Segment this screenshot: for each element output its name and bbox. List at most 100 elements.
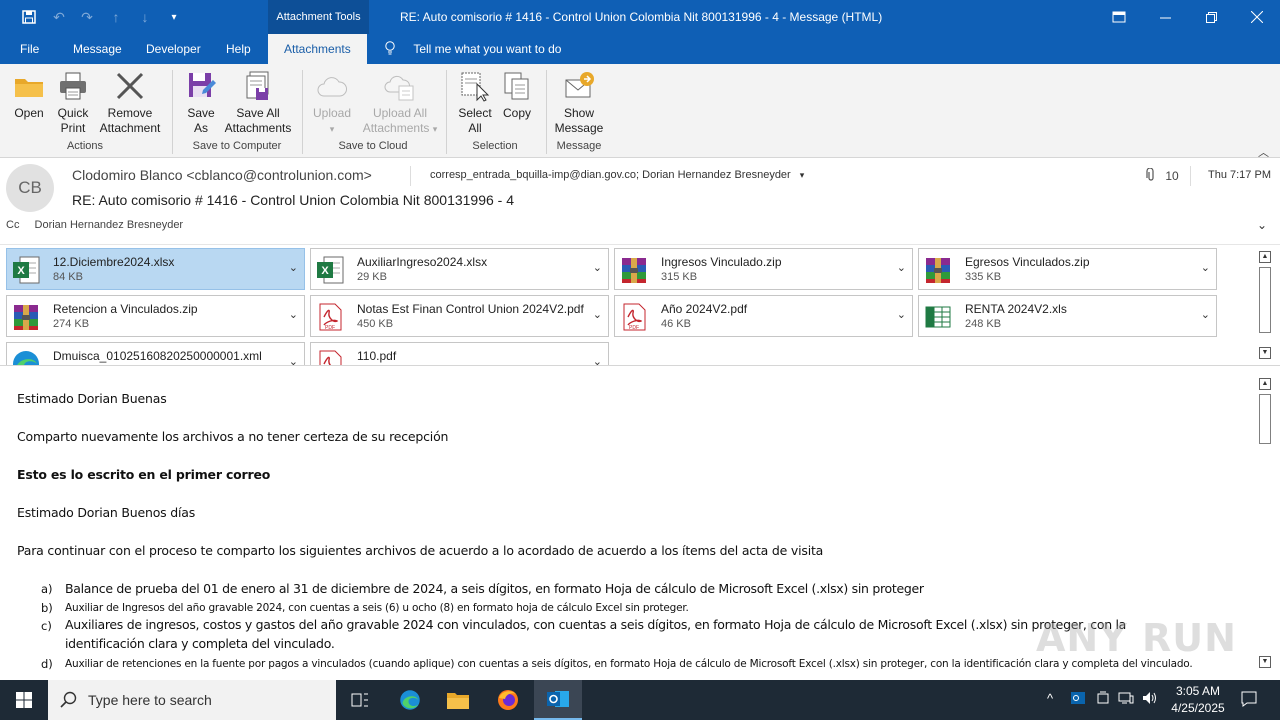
select-all-icon [461, 72, 490, 102]
chevron-down-icon[interactable]: ⌄ [289, 261, 298, 274]
expand-header-icon[interactable]: ⌄ [1257, 218, 1267, 232]
chevron-down-icon[interactable]: ⌄ [593, 308, 602, 321]
cc-recipient[interactable]: Dorian Hernandez Bresneyder [35, 219, 184, 231]
body-paragraph: Comparto nuevamente los archivos a no te… [17, 429, 449, 444]
save-icon[interactable] [18, 7, 40, 27]
scroll-up-icon[interactable]: ▲ [1259, 251, 1271, 263]
upload-button[interactable]: Upload ▾ [310, 68, 354, 137]
firefox-button[interactable] [484, 680, 532, 720]
show-hidden-icons-icon[interactable]: ^ [1047, 691, 1053, 706]
scroll-down-icon[interactable]: ▼ [1259, 347, 1271, 359]
close-icon[interactable] [1234, 0, 1280, 34]
file-explorer-button[interactable] [434, 680, 482, 720]
attachment-item[interactable]: X AuxiliarIngreso2024.xlsx 29 KB ⌄ [310, 248, 609, 290]
chevron-down-icon[interactable]: ⌄ [1201, 308, 1210, 321]
recipients[interactable]: corresp_entrada_bquilla-imp@dian.gov.co;… [430, 169, 804, 181]
outlook-button[interactable] [534, 680, 582, 720]
device-icon[interactable] [1096, 691, 1110, 708]
windows-logo-icon [16, 692, 32, 708]
select-all-button[interactable]: Select All [454, 68, 496, 136]
show-message-button[interactable]: Show Message [554, 68, 604, 136]
outlook-tray-icon[interactable] [1070, 690, 1086, 709]
list-item: Auxiliar de retenciones en la fuente por… [65, 658, 1193, 670]
attachment-item[interactable]: PDF Año 2024V2.pdf 46 KB ⌄ [614, 295, 913, 337]
attachment-item[interactable]: RENTA 2024V2.xls 248 KB ⌄ [918, 295, 1217, 337]
cloud-icon [317, 77, 347, 97]
chevron-down-icon[interactable]: ⌄ [897, 261, 906, 274]
taskbar-clock[interactable]: 3:05 AM 4/25/2025 [1160, 683, 1236, 717]
title-bar: ↶ ↷ ↑ ↓ ▾ Attachment Tools RE: Auto comi… [0, 0, 1280, 34]
body-scrollbar[interactable]: ▲ ▼ [1257, 376, 1273, 672]
paperclip-icon [1146, 167, 1154, 181]
upload-all-attachments-button[interactable]: Upload All Attachments ▾ [362, 68, 438, 137]
quick-print-button[interactable]: Quick Print [54, 68, 92, 136]
attachment-count: 10 [1146, 167, 1179, 183]
remove-attachment-button[interactable]: Remove Attachment [96, 68, 164, 136]
edge-icon [13, 351, 39, 365]
tab-developer[interactable]: Developer [146, 34, 201, 64]
tab-message[interactable]: Message [73, 34, 122, 64]
attachment-item[interactable]: Egresos Vinculados.zip 335 KB ⌄ [918, 248, 1217, 290]
attachment-item[interactable]: PDF Notas Est Finan Control Union 2024V2… [310, 295, 609, 337]
excel-icon: X [13, 256, 40, 284]
group-save-cloud-label: Save to Cloud [338, 140, 408, 152]
tab-attachments[interactable]: Attachments [268, 34, 367, 64]
task-view-icon [351, 693, 368, 707]
attachment-item[interactable]: 110.pdf ⌄ [310, 342, 609, 365]
tell-me-search[interactable]: Tell me what you want to do [384, 34, 561, 64]
start-button[interactable] [0, 680, 48, 720]
svg-text:X: X [321, 265, 329, 277]
minimize-icon[interactable] [1142, 0, 1188, 34]
attachment-item[interactable]: Retencion a Vinculados.zip 274 KB ⌄ [6, 295, 305, 337]
save-all-attachments-button[interactable]: Save All Attachments [222, 68, 294, 136]
previous-item-icon[interactable]: ↑ [105, 7, 127, 27]
list-item: Balance de prueba del 01 de enero al 31 … [65, 581, 924, 596]
open-button[interactable]: Open [10, 68, 48, 121]
scroll-up-icon[interactable]: ▲ [1259, 378, 1271, 390]
ribbon-separator [172, 70, 173, 154]
winrar-icon [14, 305, 38, 330]
chevron-down-icon[interactable]: ⌄ [897, 308, 906, 321]
winrar-icon [622, 258, 646, 283]
ribbon-separator [546, 70, 547, 154]
chevron-down-icon[interactable]: ⌄ [289, 308, 298, 321]
ribbon: Open Quick Print Remove Attachment Actions… [0, 64, 1280, 159]
sender[interactable]: Clodomiro Blanco <cblanco@controlunion.c… [72, 167, 372, 183]
attachment-item[interactable]: Ingresos Vinculado.zip 315 KB ⌄ [614, 248, 913, 290]
undo-icon[interactable]: ↶ [48, 7, 70, 27]
scroll-thumb[interactable] [1259, 394, 1271, 444]
chevron-down-icon[interactable]: ⌄ [1201, 261, 1210, 274]
winrar-icon [926, 258, 950, 283]
chevron-down-icon[interactable]: ▾ [800, 170, 805, 180]
attachments-scrollbar[interactable]: ▲ ▼ [1257, 249, 1273, 363]
group-message-label: Message [556, 140, 602, 152]
scroll-thumb[interactable] [1259, 267, 1271, 333]
search-icon [60, 691, 77, 708]
taskbar-search[interactable]: Type here to search [48, 680, 336, 720]
tab-help[interactable]: Help [226, 34, 251, 64]
volume-icon[interactable] [1142, 691, 1158, 708]
redo-icon[interactable]: ↷ [76, 7, 98, 27]
save-as-button[interactable]: Save As [182, 68, 220, 136]
attachment-item[interactable]: X 12.Diciembre2024.xlsx 84 KB ⌄ [6, 248, 305, 290]
chevron-down-icon[interactable]: ⌄ [593, 355, 602, 365]
show-message-icon [565, 72, 594, 98]
attachments-well: X 12.Diciembre2024.xlsx 84 KB ⌄ X Auxili… [0, 244, 1280, 366]
network-icon[interactable] [1118, 691, 1134, 708]
restore-icon[interactable] [1188, 0, 1234, 34]
chevron-down-icon[interactable]: ⌄ [289, 355, 298, 365]
body-paragraph: Esto es lo escrito en el primer correo [17, 467, 271, 482]
chevron-down-icon[interactable]: ⌄ [593, 261, 602, 274]
notifications-icon[interactable] [1240, 690, 1258, 711]
attachment-item[interactable]: Dmuisca_01025160820250000001.xml ⌄ [6, 342, 305, 365]
customize-toolbar-icon[interactable]: ▾ [163, 7, 185, 27]
next-item-icon[interactable]: ↓ [134, 7, 156, 27]
scroll-down-icon[interactable]: ▼ [1259, 656, 1271, 668]
ribbon-display-options-icon[interactable] [1096, 0, 1142, 34]
avatar[interactable]: CB [6, 164, 54, 212]
tab-file[interactable]: File [20, 34, 39, 64]
edge-taskbar-button[interactable] [386, 680, 434, 720]
copy-button[interactable]: Copy [498, 68, 536, 121]
task-view-button[interactable] [336, 680, 384, 720]
outlook-icon [547, 691, 569, 707]
